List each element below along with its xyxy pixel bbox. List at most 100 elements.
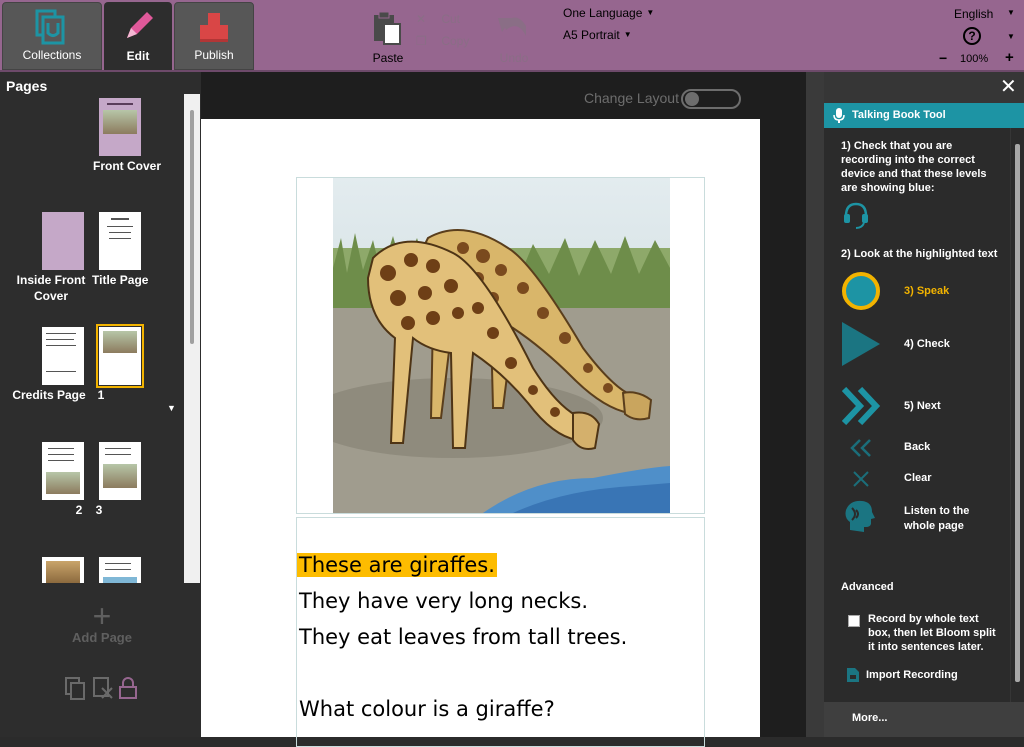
tool-panel: ✕ Talking Book Tool 1) Check that you ar… (824, 72, 1024, 737)
thumbnail-text (46, 345, 76, 346)
thumbnail-text (48, 460, 74, 461)
duplicate-page-icon[interactable] (64, 676, 86, 700)
check-play-icon[interactable] (842, 322, 882, 366)
scrollbar-thumb[interactable] (1015, 144, 1020, 682)
next-label: 5) Next (904, 400, 941, 412)
copy-icon: ❐ (416, 34, 427, 48)
copy-label: Copy (441, 34, 470, 48)
import-recording-link[interactable]: Import Recording (866, 668, 958, 682)
chevron-down-icon[interactable]: ▼ (1007, 8, 1015, 17)
tool-title: Talking Book Tool (852, 109, 946, 121)
clipboard-icon (374, 11, 401, 45)
page-thumbnail-2[interactable] (42, 442, 84, 500)
thumbnail-text (105, 569, 131, 570)
page-label: Credits Page (12, 388, 86, 402)
change-layout-toggle[interactable] (681, 89, 741, 109)
thumbnail-image (103, 331, 137, 353)
page-thumbnail-front-cover[interactable] (99, 98, 141, 156)
back-icon[interactable] (850, 438, 872, 458)
next-icon[interactable] (842, 387, 882, 425)
publish-icon (200, 13, 228, 42)
thumbnail-scrollbar[interactable] (184, 94, 200, 583)
page-thumbnail-5[interactable] (99, 557, 141, 583)
zoom-in-button[interactable]: + (1005, 49, 1014, 66)
thumbnail-text (109, 232, 131, 233)
tab-publish[interactable]: Publish (174, 2, 254, 70)
scissors-icon: ✕ (416, 12, 427, 26)
thumbnail-text (105, 563, 131, 564)
page-thumbnail-4[interactable] (42, 557, 84, 583)
tab-label: Publish (194, 48, 234, 62)
page-label: Front Cover (92, 159, 161, 173)
thumbnail-image (103, 577, 137, 583)
lock-icon[interactable] (118, 676, 138, 700)
pencil-icon (127, 12, 153, 38)
story-sentence[interactable]: What colour is a giraffe? (299, 697, 555, 721)
listen-head-icon[interactable] (844, 500, 876, 534)
more-tools-bar[interactable]: More... (824, 702, 1024, 737)
chevron-down-icon: ▼ (646, 8, 655, 17)
listen-label: Listen to the whole page (904, 505, 970, 532)
speak-record-icon[interactable] (842, 272, 880, 310)
page-thumbnail-inside-front-cover[interactable] (42, 212, 84, 270)
clear-label: Clear (904, 472, 932, 484)
chevron-down-icon: ▼ (623, 30, 632, 39)
thumbnail-text (48, 454, 74, 455)
thumbnail-text (109, 238, 131, 239)
thumbnail-text (105, 448, 131, 449)
record-whole-checkbox[interactable] (848, 615, 860, 627)
page-label: Inside Front Cover (16, 273, 86, 303)
language-dropdown[interactable]: One Language ▼ (563, 6, 654, 20)
help-icon[interactable]: ? (963, 27, 981, 45)
add-page-label: Add Page (72, 630, 132, 645)
thumbnail-image (46, 561, 80, 583)
page-thumbnail-3[interactable] (99, 442, 141, 500)
tool-body: 1) Check that you are recording into the… (824, 128, 1010, 702)
thumbnail-image (103, 464, 137, 488)
ui-language-dropdown[interactable]: English (954, 7, 993, 21)
undo-button[interactable]: Undo (492, 8, 536, 66)
chevron-down-icon[interactable]: ▼ (1007, 32, 1015, 41)
story-sentence[interactable]: They have very long necks. (299, 589, 588, 613)
image-container[interactable] (296, 177, 705, 514)
story-sentence-highlighted[interactable]: These are giraffes. (297, 553, 497, 577)
cut-button[interactable]: ✕ Cut (416, 12, 460, 26)
tab-edit[interactable]: Edit (104, 2, 172, 70)
instruction-look-highlighted: 2) Look at the highlighted text (841, 248, 998, 260)
thumbnail-image (46, 472, 80, 494)
zoom-level: 100% (960, 53, 989, 65)
paste-button[interactable]: Paste (368, 8, 408, 66)
thumbnail-text (107, 226, 133, 227)
thumbnail-text (105, 454, 131, 455)
close-icon[interactable]: ✕ (1000, 74, 1017, 99)
giraffes-illustration (333, 178, 670, 513)
delete-page-icon[interactable] (92, 676, 114, 700)
editor-scrollbar[interactable] (806, 72, 824, 737)
page-label: 2 (75, 503, 83, 517)
import-file-icon (847, 668, 859, 682)
thumbnail-text (46, 371, 76, 372)
story-sentence[interactable]: They eat leaves from tall trees. (299, 625, 627, 649)
page-menu-chevron-icon[interactable]: ▼ (167, 403, 176, 413)
page-thumbnail-credits-page[interactable] (42, 327, 84, 385)
pages-title: Pages (6, 78, 48, 94)
page-label: 1 (97, 388, 105, 402)
add-page-button[interactable]: + Add Page (72, 600, 132, 645)
clear-icon[interactable] (851, 469, 871, 489)
page-size-value: A5 Portrait (563, 28, 620, 42)
text-box[interactable]: These are giraffes. They have very long … (296, 517, 705, 747)
scrollbar-thumb[interactable] (190, 110, 194, 344)
zoom-out-button[interactable]: − (939, 50, 947, 66)
top-toolbar: Collections Edit Publish Paste ✕ Cut ❐ C… (0, 0, 1024, 72)
page-thumbnail-title-page[interactable] (99, 212, 141, 270)
tab-collections[interactable]: Collections (2, 2, 102, 70)
copy-button[interactable]: ❐ Copy (416, 34, 469, 48)
page-label: 3 (95, 503, 103, 517)
headset-icon[interactable] (842, 200, 870, 230)
tool-scrollbar[interactable] (1011, 128, 1024, 702)
tab-label: Collections (22, 48, 82, 62)
talking-book-tool-header[interactable]: Talking Book Tool (824, 103, 1024, 128)
page-thumbnail-1[interactable] (96, 324, 144, 388)
instruction-check-device: 1) Check that you are recording into the… (841, 140, 987, 194)
page-size-dropdown[interactable]: A5 Portrait ▼ (563, 28, 632, 42)
